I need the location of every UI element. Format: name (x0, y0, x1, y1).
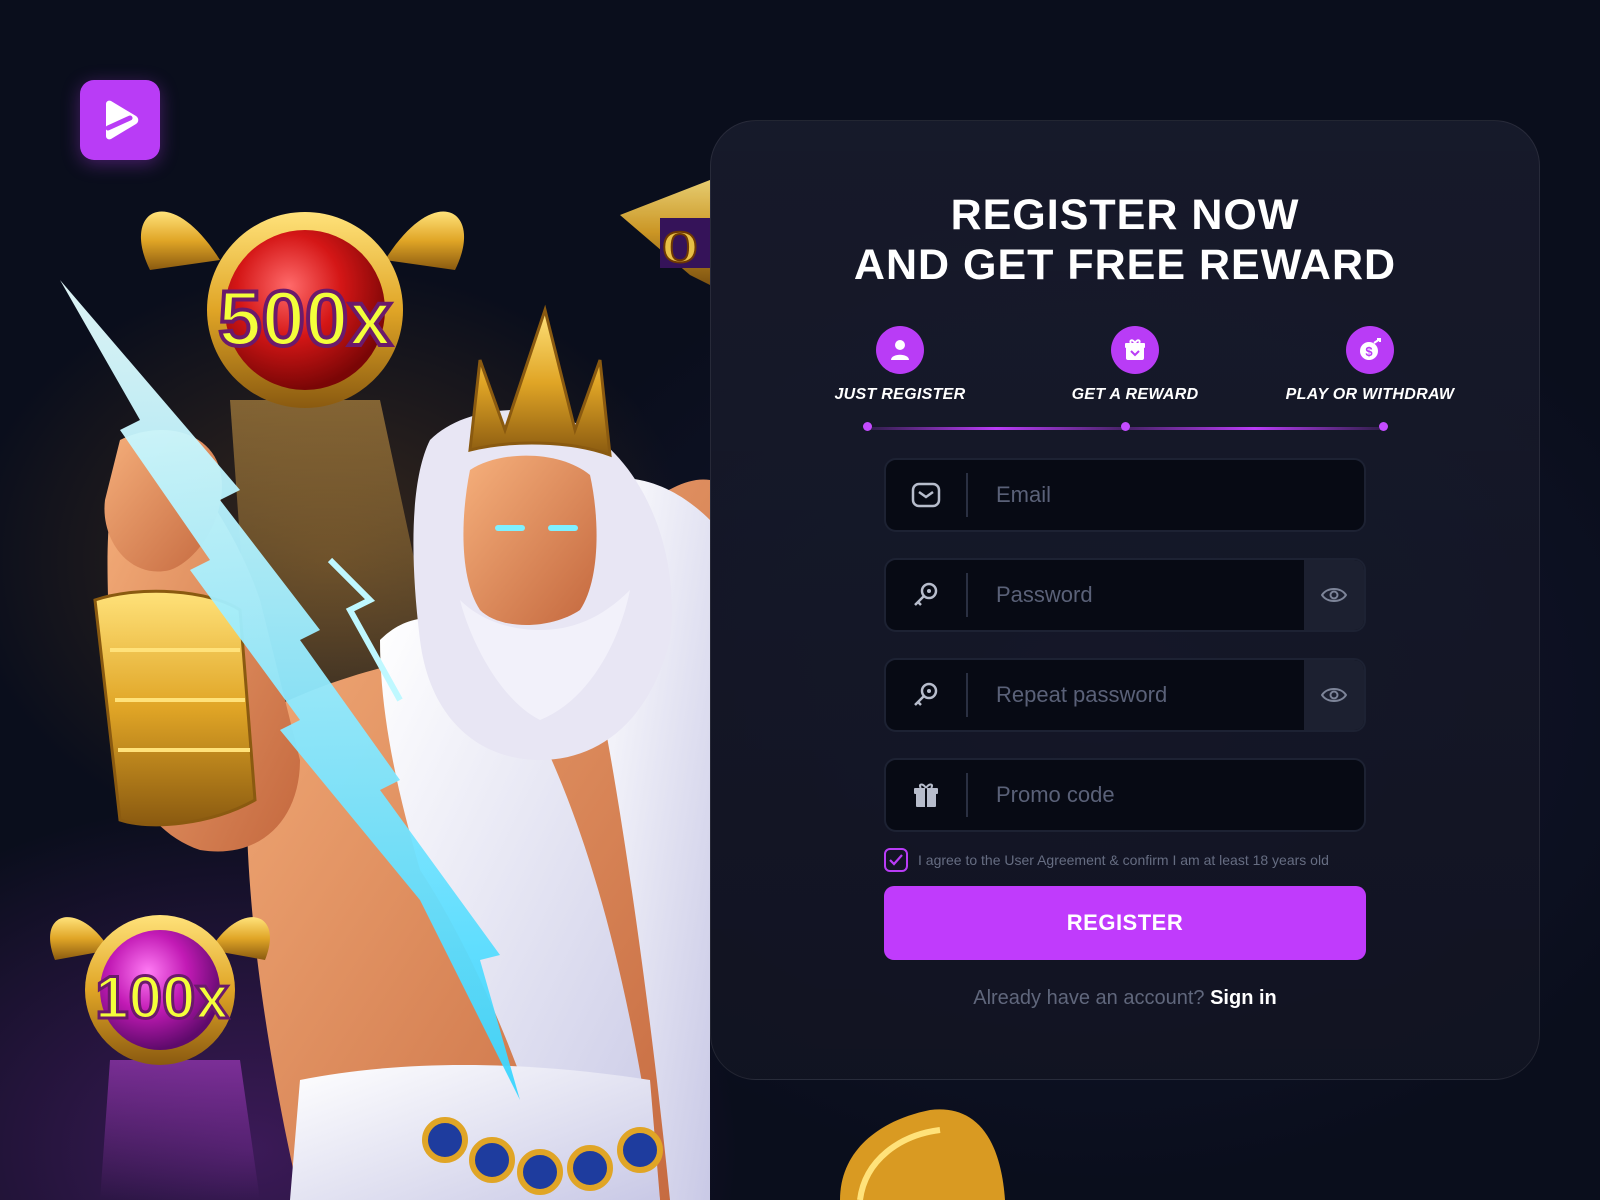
badge-100x: 100x (95, 964, 228, 1031)
brand-logo[interactable] (80, 80, 160, 160)
step-label: GET A REWARD (1071, 386, 1199, 403)
hero-illustration: O 500x 100x (50, 180, 710, 1200)
promo-code-input[interactable] (968, 760, 1364, 830)
step-label: PLAY OR WITHDRAW (1285, 386, 1455, 403)
step-dot (1379, 422, 1388, 431)
gift-icon (886, 760, 966, 830)
signin-prompt: Already have an account? Sign in (710, 987, 1540, 1010)
badge-500x: 500x (218, 274, 392, 362)
money-icon: $ (1346, 326, 1394, 374)
step-dot (863, 422, 872, 431)
svg-text:O: O (662, 221, 698, 272)
promo-code-field (884, 758, 1366, 832)
armlet-decoration (840, 1109, 1005, 1200)
register-title: REGISTER NOW AND GET FREE REWARD (710, 190, 1540, 290)
step-just-register: JUST REGISTER (790, 326, 1010, 404)
agreement-row: I agree to the User Agreement & confirm … (884, 848, 1366, 872)
password-field (884, 558, 1366, 632)
show-repeat-password-toggle[interactable] (1304, 660, 1364, 730)
show-password-toggle[interactable] (1304, 560, 1364, 630)
user-icon (876, 326, 924, 374)
email-input[interactable] (968, 460, 1364, 530)
have-account-text: Already have an account? (973, 987, 1205, 1009)
title-line-2: AND GET FREE REWARD (853, 241, 1397, 289)
eye-icon (1321, 588, 1347, 602)
key-icon (886, 560, 966, 630)
title-line-1: REGISTER NOW (950, 191, 1300, 239)
key-icon (886, 660, 966, 730)
svg-text:$: $ (1365, 344, 1373, 359)
repeat-password-input[interactable] (968, 660, 1304, 730)
agreement-checkbox[interactable] (884, 848, 908, 872)
step-play-or-withdraw: $ PLAY OR WITHDRAW (1260, 326, 1480, 404)
step-label: JUST REGISTER (834, 386, 966, 403)
agreement-text: I agree to the User Agreement & confirm … (918, 852, 1329, 868)
step-dot (1121, 422, 1130, 431)
eye-icon (1321, 688, 1347, 702)
play-icon (105, 100, 139, 140)
check-icon (889, 854, 903, 866)
signin-link[interactable]: Sign in (1210, 987, 1277, 1009)
email-field (884, 458, 1366, 532)
page: O 500x 100x REGISTER NOW AND GET FREE RE… (0, 0, 1600, 1200)
step-get-reward: GET A REWARD (1025, 326, 1245, 404)
register-button[interactable]: REGISTER (884, 886, 1366, 960)
repeat-password-field (884, 658, 1366, 732)
steps-indicator: JUST REGISTER GET A REWARD $ PLAY OR WIT… (790, 326, 1480, 436)
password-input[interactable] (968, 560, 1304, 630)
gift-box-icon (1111, 326, 1159, 374)
mail-icon (886, 460, 966, 530)
